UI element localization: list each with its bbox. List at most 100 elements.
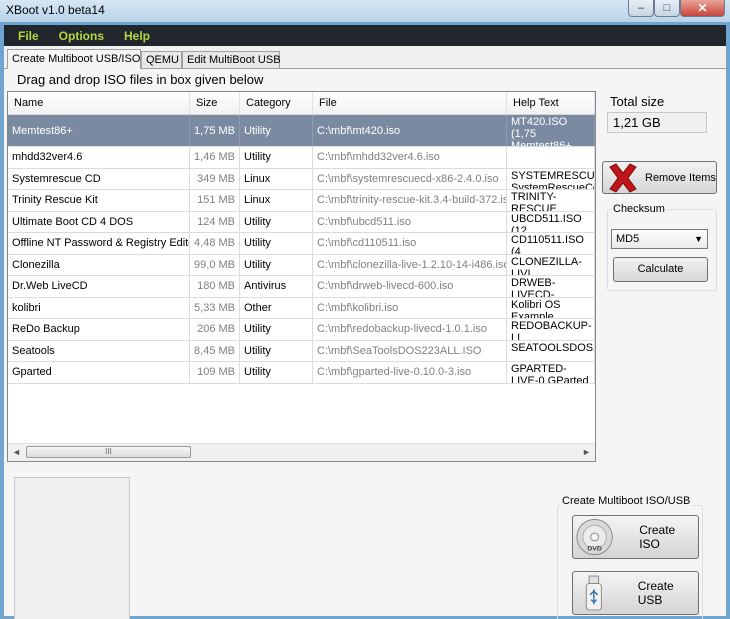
- cell-name: Seatools: [8, 340, 190, 361]
- scroll-left-icon[interactable]: ◄: [8, 444, 25, 461]
- drag-drop-label: Drag and drop ISO files in box given bel…: [17, 72, 264, 87]
- title-bar: XBoot v1.0 beta14 – □ ✕: [0, 0, 730, 22]
- table-row[interactable]: Trinity Rescue Kit 151 MB Linux C:\mbf\trin…: [8, 190, 595, 212]
- menu-bar: File Options Help: [4, 25, 726, 46]
- cell-name: Gparted: [8, 362, 190, 383]
- cell-size: 8,45 MB: [190, 340, 240, 361]
- red-x-icon: [609, 162, 637, 193]
- cell-category: Utility: [240, 147, 313, 168]
- window-title: XBoot v1.0 beta14: [6, 3, 105, 17]
- total-size-value: 1,21 GB: [607, 112, 707, 133]
- cell-help: DRWEB-LIVECD-: [507, 276, 595, 297]
- cell-category: Other: [240, 297, 313, 318]
- cell-size: 1,75 MB: [190, 115, 240, 146]
- cell-file: C:\mbf\gparted-live-0.10.0-3.iso: [313, 362, 507, 383]
- maximize-icon: □: [663, 2, 671, 14]
- cell-category: Utility: [240, 362, 313, 383]
- create-multiboot-label: Create Multiboot ISO/USB: [560, 495, 693, 507]
- column-header-size[interactable]: Size: [190, 92, 240, 114]
- cell-file: C:\mbf\mhdd32ver4.6.iso: [313, 147, 507, 168]
- cell-category: Antivirus: [240, 276, 313, 297]
- cell-name: Offline NT Password & Registry Editor: [8, 233, 190, 254]
- table-row[interactable]: Seatools 8,45 MB Utility C:\mbf\SeaToolsDOS…: [8, 340, 595, 362]
- total-size-label: Total size: [610, 94, 665, 109]
- cell-size: 151 MB: [190, 190, 240, 211]
- cell-name: Dr.Web LiveCD: [8, 276, 190, 297]
- tab-create-multiboot[interactable]: Create Multiboot USB/ISO: [7, 49, 141, 69]
- column-header-category[interactable]: Category: [240, 92, 313, 114]
- cell-category: Utility: [240, 115, 313, 146]
- cell-size: 349 MB: [190, 168, 240, 189]
- cell-file: C:\mbf\redobackup-livecd-1.0.1.iso: [313, 319, 507, 340]
- table-row[interactable]: Offline NT Password & Registry Editor 4,4…: [8, 233, 595, 255]
- tab-qemu[interactable]: QEMU: [141, 51, 182, 68]
- cell-file: C:\mbf\systemrescuecd-x86-2.4.0.iso: [313, 168, 507, 189]
- app-window: XBoot v1.0 beta14 – □ ✕ File Options Hel…: [0, 0, 730, 619]
- cell-name: Ultimate Boot CD 4 DOS: [8, 211, 190, 232]
- iso-list[interactable]: Name Size Category File Help Text Memtes…: [7, 91, 596, 462]
- menu-help[interactable]: Help: [124, 29, 150, 43]
- scroll-right-icon[interactable]: ►: [578, 444, 595, 461]
- horizontal-scrollbar[interactable]: ◄ III ►: [8, 443, 595, 461]
- cell-size: 124 MB: [190, 211, 240, 232]
- table-row[interactable]: Ultimate Boot CD 4 DOS 124 MB Utility C:\mb…: [8, 211, 595, 233]
- cell-name: Trinity Rescue Kit: [8, 190, 190, 211]
- minimize-button[interactable]: –: [628, 0, 654, 17]
- close-button[interactable]: ✕: [680, 0, 725, 17]
- table-row[interactable]: Systemrescue CD 349 MB Linux C:\mbf\systemr…: [8, 168, 595, 190]
- create-iso-label: Create ISO: [639, 523, 676, 551]
- column-header-name[interactable]: Name: [8, 92, 190, 114]
- close-icon: ✕: [697, 1, 708, 15]
- preview-box: [14, 477, 130, 619]
- cell-name: mhdd32ver4.6: [8, 147, 190, 168]
- create-usb-button[interactable]: Create USB: [572, 571, 699, 615]
- cell-help: SYSTEMRESCUE SystemRescueCd: [507, 168, 595, 189]
- cell-help: TRINITY-RESCUE: [507, 190, 595, 211]
- cell-file: C:\mbf\drweb-livecd-600.iso: [313, 276, 507, 297]
- list-rows: Memtest86+ 1,75 MB Utility C:\mbf\mt420.iso…: [8, 115, 595, 384]
- cell-help: UBCD511.ISO (12: [507, 211, 595, 232]
- menu-file[interactable]: File: [18, 29, 39, 43]
- cell-size: 109 MB: [190, 362, 240, 383]
- scroll-thumb[interactable]: III: [26, 446, 191, 458]
- table-row[interactable]: ReDo Backup 206 MB Utility C:\mbf\redobacku…: [8, 319, 595, 341]
- column-header-file[interactable]: File: [313, 92, 507, 114]
- cell-name: ReDo Backup: [8, 319, 190, 340]
- calculate-button[interactable]: Calculate: [613, 257, 708, 282]
- table-row[interactable]: kolibri 5,33 MB Other C:\mbf\kolibri.iso Kol…: [8, 297, 595, 319]
- remove-items-label: Remove Items: [645, 171, 716, 184]
- table-row[interactable]: mhdd32ver4.6 1,46 MB Utility C:\mbf\mhdd32v…: [8, 147, 595, 169]
- cell-category: Utility: [240, 340, 313, 361]
- cell-category: Utility: [240, 211, 313, 232]
- cell-size: 206 MB: [190, 319, 240, 340]
- cell-help: CD110511.ISO (4: [507, 233, 595, 254]
- usb-drive-icon: [585, 575, 602, 611]
- cell-help: [507, 147, 595, 168]
- checksum-selected-value: MD5: [616, 233, 640, 245]
- table-row[interactable]: Clonezilla 99,0 MB Utility C:\mbf\clonezill…: [8, 254, 595, 276]
- table-row[interactable]: Memtest86+ 1,75 MB Utility C:\mbf\mt420.iso…: [8, 115, 595, 147]
- cell-file: C:\mbf\trinity-rescue-kit.3.4-build-372.…: [313, 190, 507, 211]
- cell-file: C:\mbf\ubcd511.iso: [313, 211, 507, 232]
- create-usb-label: Create USB: [637, 579, 674, 607]
- menu-options[interactable]: Options: [59, 29, 104, 43]
- cell-help: Kolibri OS Example: [507, 297, 595, 318]
- column-header-help-text[interactable]: Help Text: [507, 92, 595, 114]
- create-iso-button[interactable]: DVD Create ISO: [572, 515, 699, 559]
- cell-file: C:\mbf\clonezilla-live-1.2.10-14-i486.is…: [313, 254, 507, 275]
- remove-items-button[interactable]: Remove Items: [602, 161, 717, 194]
- table-row[interactable]: Dr.Web LiveCD 180 MB Antivirus C:\mbf\drweb…: [8, 276, 595, 298]
- checksum-select[interactable]: MD5 ▼: [611, 229, 708, 249]
- maximize-button[interactable]: □: [654, 0, 680, 17]
- cell-size: 180 MB: [190, 276, 240, 297]
- list-header: Name Size Category File Help Text: [8, 92, 595, 115]
- cell-category: Utility: [240, 319, 313, 340]
- cell-name: kolibri: [8, 297, 190, 318]
- cell-name: Systemrescue CD: [8, 168, 190, 189]
- cell-file: C:\mbf\mt420.iso: [313, 115, 507, 146]
- cell-help: GPARTED-LIVE-0 GParted is a free p: [507, 362, 595, 383]
- cell-name: Clonezilla: [8, 254, 190, 275]
- minimize-icon: –: [637, 2, 645, 14]
- tab-edit-multiboot[interactable]: Edit MultiBoot USB: [182, 51, 281, 68]
- table-row[interactable]: Gparted 109 MB Utility C:\mbf\gparted-live-…: [8, 362, 595, 384]
